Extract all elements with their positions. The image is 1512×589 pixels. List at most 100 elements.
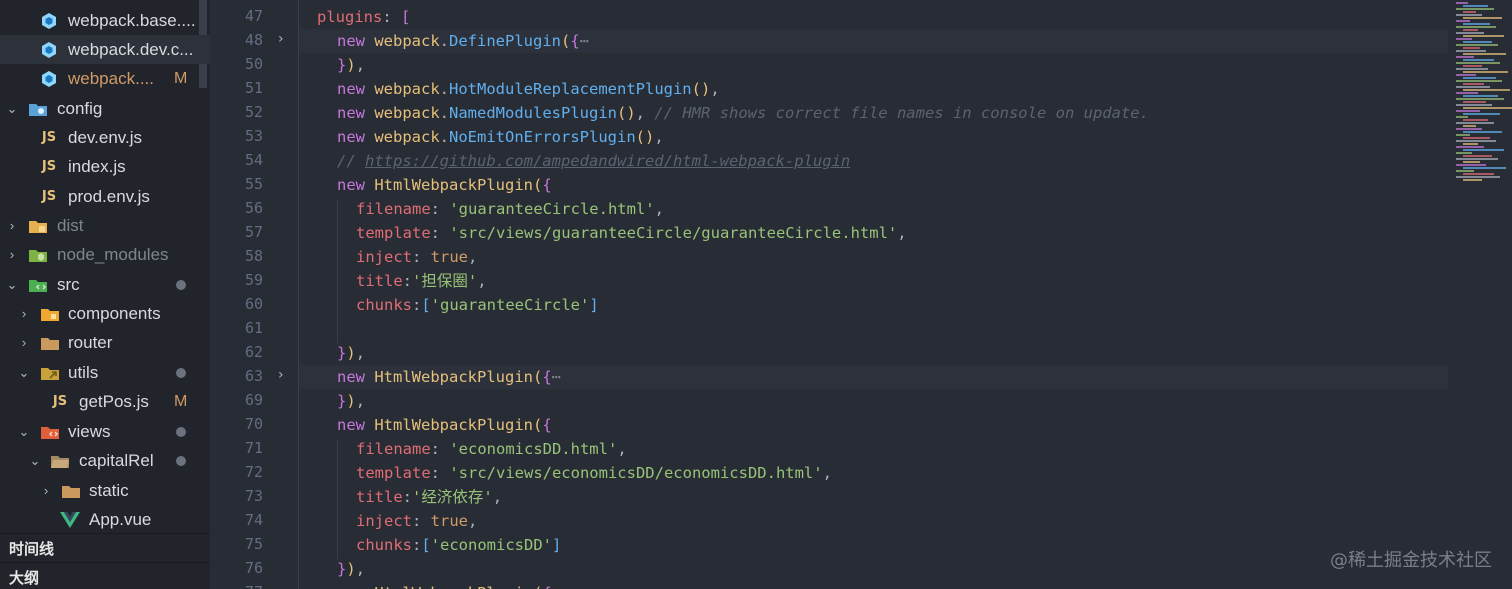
tree-item-views[interactable]: ⌄ views: [0, 417, 210, 446]
code-line: new webpack.NoEmitOnErrorsPlugin(),: [337, 128, 664, 146]
tree-item-label: utils: [68, 362, 99, 382]
tree-item-webpack-dev[interactable]: webpack.dev.c...: [0, 35, 210, 64]
tree-item-dev-env[interactable]: JS dev.env.js: [0, 123, 210, 152]
minimap-line: [1456, 74, 1476, 76]
js-file-icon: JS: [52, 394, 68, 409]
code-line: title:'经济依存',: [356, 488, 503, 506]
minimap-line: [1456, 2, 1468, 4]
code-line: title:'担保圈',: [356, 272, 487, 290]
timeline-section-header[interactable]: 时间线: [0, 533, 210, 562]
minimap-line: [1456, 152, 1472, 154]
chevron-down-icon: ⌄: [18, 423, 30, 439]
line-number: 72: [244, 463, 263, 481]
tree-item-capitalrel[interactable]: ⌄ capitalRel: [0, 446, 210, 475]
webpack-icon: [39, 11, 59, 31]
minimap-line: [1456, 80, 1502, 82]
chevron-down-icon: ⌄: [6, 100, 18, 116]
tree-item-label: webpack....: [68, 68, 154, 88]
line-number: 48: [244, 31, 263, 49]
tree-item-app-vue[interactable]: App.vue: [0, 505, 210, 534]
minimap-line: [1456, 44, 1498, 46]
tree-item-label: webpack.dev.c...: [68, 39, 194, 59]
minimap-line: [1456, 110, 1480, 112]
line-number: 75: [244, 535, 263, 553]
line-number: 60: [244, 295, 263, 313]
fold-chevron-icon[interactable]: ›: [278, 31, 284, 47]
minimap-line: [1463, 83, 1484, 85]
comment-link[interactable]: https://github.com/ampedandwired/html-we…: [365, 152, 850, 170]
minimap-line: [1463, 41, 1492, 43]
tree-item-label: getPos.js: [79, 391, 149, 411]
chevron-right-icon: ›: [9, 217, 15, 233]
minimap[interactable]: [1452, 0, 1512, 181]
code-line: chunks:['economicsDD']: [356, 536, 562, 554]
minimap-line: [1456, 134, 1470, 136]
code-editor[interactable]: 47 48 50 51 52 53 54 55 56 57 58 59 60 6…: [210, 0, 1512, 589]
tree-item-components[interactable]: › components: [0, 299, 210, 328]
folder-config-icon: [28, 99, 48, 119]
folder-open-icon: [50, 451, 70, 471]
tree-item-webpack-base[interactable]: webpack.base....: [0, 6, 210, 35]
minimap-line: [1456, 158, 1498, 160]
tree-item-label: App.vue: [89, 509, 152, 529]
tree-item-getpos[interactable]: JS getPos.js M: [0, 387, 210, 416]
line-number: 71: [244, 439, 263, 457]
tree-item-label: views: [68, 421, 111, 441]
minimap-line: [1456, 176, 1500, 178]
tree-item-router[interactable]: › router: [0, 328, 210, 357]
line-number: 77: [210, 583, 263, 589]
minimap-line: [1463, 113, 1500, 115]
minimap-line: [1463, 59, 1494, 61]
modified-badge: M: [174, 392, 188, 410]
line-number: 53: [244, 127, 263, 145]
tree-item-label: config: [57, 98, 103, 118]
chevron-right-icon: ›: [21, 305, 27, 321]
minimap-line: [1463, 119, 1488, 121]
tree-item-prod-env[interactable]: JS prod.env.js: [0, 182, 210, 211]
minimap-line: [1456, 20, 1470, 22]
tree-item-utils[interactable]: ⌄ utils: [0, 358, 210, 387]
minimap-line: [1463, 173, 1494, 175]
tree-item-index[interactable]: JS index.js: [0, 152, 210, 181]
minimap-line: [1456, 38, 1472, 40]
webpack-icon: [39, 69, 59, 89]
tree-item-webpack-prod[interactable]: webpack.... M: [0, 64, 210, 93]
minimap-line: [1463, 35, 1504, 37]
folder-components-icon: [40, 304, 60, 324]
chevron-down-icon: ⌄: [18, 364, 30, 380]
minimap-line: [1456, 104, 1492, 106]
line-number: 63: [244, 367, 263, 385]
chevron-down-icon: ⌄: [29, 452, 41, 468]
tree-item-config[interactable]: ⌄ config: [0, 94, 210, 123]
code-line: }),: [337, 392, 366, 410]
outline-section-header[interactable]: 大纲: [0, 562, 210, 589]
minimap-line: [1456, 92, 1478, 94]
indent-guide: [337, 439, 338, 559]
fold-chevron-icon[interactable]: ›: [278, 367, 284, 383]
chevron-down-icon: ⌄: [6, 276, 18, 292]
code-line: new webpack.DefinePlugin({⋯: [337, 32, 590, 50]
tree-item-node-modules[interactable]: › node_modules: [0, 240, 210, 269]
code-line: new webpack.HotModuleReplacementPlugin()…: [337, 80, 720, 98]
line-number: 54: [244, 151, 263, 169]
tree-item-dist[interactable]: › dist: [0, 211, 210, 240]
code-line: new HtmlWebpackPlugin({: [337, 416, 552, 434]
minimap-line: [1456, 62, 1500, 64]
minimap-line: [1463, 179, 1482, 181]
modified-dot: [176, 456, 186, 466]
line-number: 70: [244, 415, 263, 433]
tree-item-label: webpack.base....: [68, 10, 196, 30]
minimap-line: [1463, 11, 1476, 13]
js-file-icon: JS: [41, 130, 57, 145]
minimap-line: [1463, 23, 1490, 25]
folder-utils-icon: [40, 363, 60, 383]
minimap-line: [1456, 26, 1496, 28]
minimap-line: [1463, 125, 1476, 127]
folder-icon: [40, 333, 60, 353]
tree-item-src[interactable]: ⌄ src: [0, 270, 210, 299]
tree-item-static[interactable]: › static: [0, 476, 210, 505]
tree-item-label: components: [68, 303, 161, 323]
minimap-line: [1463, 71, 1508, 73]
modified-dot: [176, 427, 186, 437]
minimap-line: [1456, 116, 1468, 118]
